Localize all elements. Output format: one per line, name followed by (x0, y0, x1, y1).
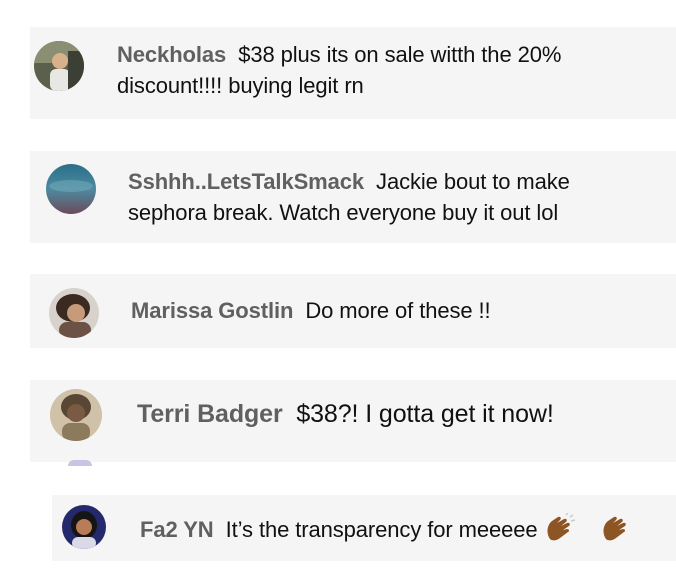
author-name[interactable]: Marissa Gostlin (131, 298, 293, 323)
message-text: It’s the transparency for meeeee (225, 517, 538, 542)
author-name[interactable]: Sshhh..LetsTalkSmack (128, 169, 364, 194)
avatar[interactable] (46, 164, 96, 214)
message-text: $38?! I gotta get it now! (296, 400, 554, 428)
chat-message-marissa-gostlin: Marissa Gostlin Do more of these !! (30, 274, 676, 348)
avatar[interactable] (34, 41, 84, 91)
author-name[interactable]: Terri Badger (137, 400, 283, 428)
clapping-hands-emoji-icon (600, 513, 632, 549)
person-photo-avatar-icon (34, 41, 84, 91)
author-name[interactable]: Neckholas (117, 42, 226, 67)
avatar[interactable] (50, 389, 102, 441)
blue-gradient-avatar-icon (46, 164, 96, 214)
person-photo-avatar-icon (49, 288, 99, 338)
person-photo-avatar-icon (62, 505, 106, 549)
message-text: Jackie bout to make (376, 169, 570, 194)
clapping-hands-emoji-icon (544, 512, 576, 549)
chat-message-terri-badger: Terri Badger $38?! I gotta get it now! (30, 380, 676, 462)
person-photo-avatar-icon (50, 389, 102, 441)
message-text: $38 plus its on sale witth the 20% (238, 42, 562, 67)
chat-message-line-1: Marissa Gostlin Do more of these !! (131, 298, 491, 324)
message-text: Do more of these !! (305, 298, 491, 323)
chat-message-line-2: sephora break. Watch everyone buy it out… (128, 200, 558, 226)
chat-message-line-1: Sshhh..LetsTalkSmack Jackie bout to make (128, 169, 570, 195)
chat-message-line-2: discount!!!! buying legit rn (117, 73, 364, 99)
chat-message-fa2-yn: Fa2 YN It’s the transparency for meeeee (52, 495, 676, 561)
live-chat-screenshot: Neckholas $38 plus its on sale witth the… (0, 0, 676, 586)
avatar[interactable] (62, 505, 106, 549)
chat-message-neckholas: Neckholas $38 plus its on sale witth the… (30, 27, 676, 119)
author-name[interactable]: Fa2 YN (140, 517, 214, 542)
message-text-continued: discount!!!! buying legit rn (117, 73, 364, 98)
partial-avatar (68, 460, 92, 466)
chat-message-line-1: Terri Badger $38?! I gotta get it now! (137, 400, 554, 429)
chat-message-sshhh-letstalksmack: Sshhh..LetsTalkSmack Jackie bout to make… (30, 151, 676, 243)
message-text-continued: sephora break. Watch everyone buy it out… (128, 200, 559, 225)
chat-message-line-1: Fa2 YN It’s the transparency for meeeee (140, 512, 632, 549)
avatar[interactable] (49, 288, 99, 338)
chat-message-line-1: Neckholas $38 plus its on sale witth the… (117, 42, 561, 68)
